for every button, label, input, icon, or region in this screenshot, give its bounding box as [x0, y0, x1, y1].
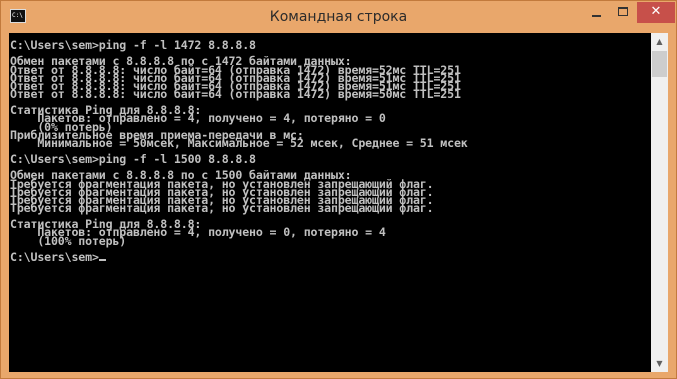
console-line: C:\Users\sem>ping -f -l 1500 8.8.8.8 [10, 152, 256, 167]
scroll-thumb[interactable] [652, 51, 667, 77]
console-line: Минимальное = 50мсек, Максимальное = 52 … [10, 135, 468, 150]
minimize-icon [592, 15, 601, 17]
scroll-up-arrow-icon[interactable]: ▲ [651, 33, 668, 50]
close-button[interactable]: ✕ [637, 2, 675, 23]
console-line: C:\Users\sem>ping -f -l 1472 8.8.8.8 [10, 38, 256, 53]
prompt-line[interactable]: C:\Users\sem> [10, 249, 651, 264]
text-cursor [98, 258, 106, 261]
maximize-button[interactable] [610, 2, 637, 23]
scroll-down-arrow-icon[interactable]: ▼ [651, 355, 668, 372]
console-text: C:\Users\sem>ping -f -l 1472 8.8.8.8 Обме… [9, 33, 651, 264]
console-output[interactable]: C:\Users\sem>ping -f -l 1472 8.8.8.8 Обме… [9, 33, 651, 372]
close-icon: ✕ [650, 4, 662, 19]
command-prompt: C:\Users\sem> [10, 249, 99, 264]
window-title: Командная строка [269, 9, 408, 25]
console-line: Ответ от 8.8.8.8: число байт=64 (отправк… [10, 86, 461, 101]
command-prompt-window: C:\ Командная строка ✕ C:\Users\sem>ping… [0, 0, 677, 379]
console-line: Требуется фрагментация пакета, но устано… [10, 200, 434, 215]
title-bar[interactable]: C:\ Командная строка ✕ [1, 1, 676, 33]
vertical-scrollbar[interactable]: ▲ ▼ [651, 33, 668, 372]
minimize-button[interactable] [583, 2, 610, 23]
maximize-icon [618, 7, 628, 16]
